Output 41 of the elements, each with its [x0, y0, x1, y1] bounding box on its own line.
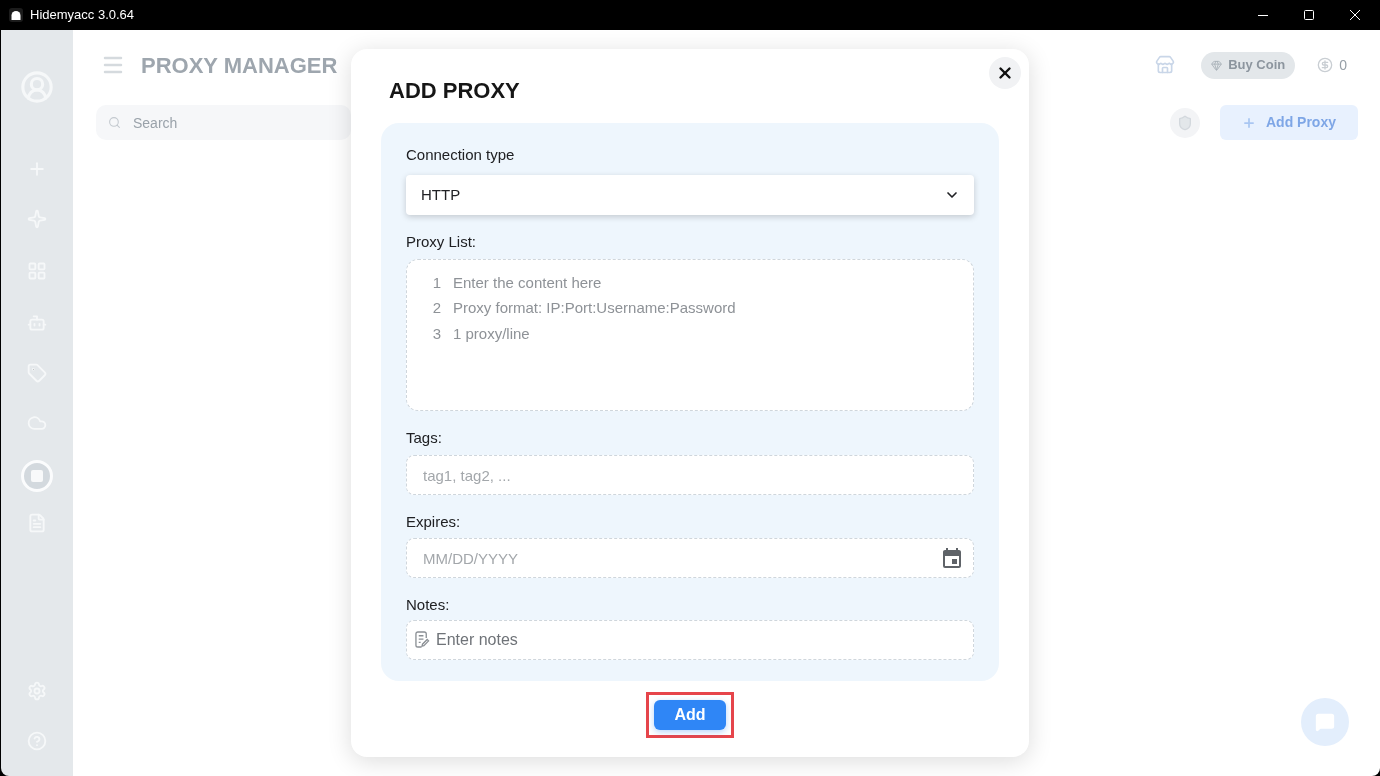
ring-icon[interactable]: [21, 460, 53, 492]
search-field[interactable]: Search: [96, 105, 351, 140]
note-edit-icon: [415, 631, 430, 648]
field-label: Connection type: [406, 145, 515, 165]
field-label: Proxy List:: [406, 232, 477, 252]
notes-field[interactable]: Enter notes: [406, 620, 974, 660]
add-proxy-button[interactable]: Add Proxy: [1220, 105, 1358, 140]
coin-balance: 0: [1339, 55, 1347, 75]
placeholder-line: 1 proxy/line: [453, 323, 530, 344]
coin-icon: [1317, 57, 1334, 73]
window-title: Hidemyacc 3.0.64: [30, 6, 135, 25]
gem-icon: [1211, 59, 1223, 71]
field-label: Notes:: [406, 595, 450, 615]
connection-type-select[interactable]: HTTP: [406, 175, 974, 215]
placeholder-line: Proxy format: IP:Port:Username:Password: [453, 298, 736, 318]
proxy-list-field[interactable]: 1 Enter the content here 2 Proxy format: IP:Port:Username:Password 3 1 proxy/line: [406, 259, 974, 411]
field-label: Tags:: [406, 428, 442, 448]
tag-icon[interactable]: [27, 363, 47, 383]
line-number: 2: [431, 298, 441, 318]
search-icon: [108, 116, 121, 129]
buy-coin-button[interactable]: Buy Coin: [1201, 51, 1296, 79]
maximize-icon: [1304, 10, 1314, 20]
placeholder-line: Enter the content here: [453, 272, 602, 293]
line-number: 1: [431, 272, 441, 293]
close-icon: [996, 64, 1014, 82]
close-icon: [1350, 10, 1360, 20]
line-number: 3: [431, 323, 441, 344]
minimize-icon: [1258, 14, 1268, 16]
chat-icon: [1315, 712, 1335, 732]
shield-icon[interactable]: [1170, 107, 1200, 138]
dialog-title: ADD PROXY: [389, 77, 520, 105]
date-field[interactable]: MM/DD/YYYY: [406, 538, 974, 578]
page-title: PROXY MANAGER: [141, 51, 338, 80]
field-label: Expires:: [406, 512, 461, 532]
tags-field[interactable]: tag1, tag2, ...: [406, 455, 974, 495]
store-icon[interactable]: [1155, 55, 1176, 75]
add-button[interactable]: Add: [654, 700, 726, 730]
close-dialog-button[interactable]: [989, 57, 1021, 89]
calendar-icon[interactable]: [943, 548, 961, 568]
app-logo-icon: [9, 8, 23, 22]
plus-icon: [1242, 115, 1256, 130]
